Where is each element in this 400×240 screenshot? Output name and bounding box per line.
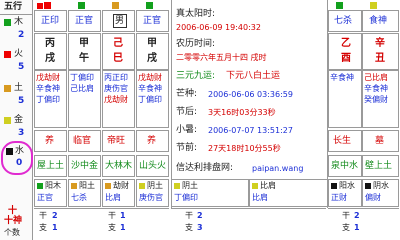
right1-zhi: 酉 — [328, 52, 362, 70]
row-label-shishen: 十神 — [4, 216, 23, 226]
pillar2-canggan: 丁偏印 己比肩 — [68, 70, 101, 128]
right2-canggan: 己比肩 辛食神 癸偏财 — [362, 70, 399, 128]
element-metal: 金 — [14, 115, 24, 125]
jieqian-value: 27天18时10分55秒 — [208, 144, 281, 153]
right2-nayin: 壁上土 — [362, 155, 399, 177]
center-yinyang-2: 比肩 比肩 — [249, 179, 328, 207]
pillar4-changsheng: 养 — [136, 130, 169, 152]
pillar3-zhi: 巳 — [102, 52, 135, 70]
jieqian-label: 节前: — [176, 143, 198, 153]
element-water: 水 — [15, 146, 25, 156]
nongli-label: 农历时间: — [176, 39, 216, 49]
element-fire-count: 5 — [18, 62, 25, 72]
pillar1-fire-swatch-icon — [44, 2, 51, 9]
nongli-value: 二零零六年五月十四 戌时 — [176, 53, 267, 62]
right2-changsheng: 墓 — [362, 130, 399, 152]
pillar1-canggan: 戊劫财 辛食神 丁偏印 — [34, 70, 67, 128]
pillar4-canggan: 戊劫财 辛食神 丁偏印 — [136, 70, 169, 128]
pillar4-shishen: 正官 — [136, 10, 169, 32]
bazi-chart-panel: { "wuxing": { "header": "五行", "elements"… — [0, 0, 400, 240]
mangzhong-label: 芒种: — [176, 89, 198, 99]
right1-wood-swatch-icon — [336, 2, 343, 9]
metal-swatch-icon — [4, 117, 11, 124]
pillar3-canggan: 丙正印 庚伤官 戊劫财 — [102, 70, 135, 128]
pillar3-earth-swatch-icon — [112, 2, 119, 9]
pillar2-shishen: 正官 — [68, 10, 101, 32]
right1-changsheng: 长生 — [328, 130, 362, 152]
element-wood: 木 — [14, 17, 24, 27]
xiaoshu-value: 2006-07-07 13:51:27 — [208, 126, 293, 135]
right2-metal-swatch-icon — [370, 2, 377, 9]
right2-shishen: 食神 — [362, 10, 399, 32]
mangzhong-value: 2006-06-06 03:36:59 — [208, 90, 293, 99]
center-counts: 干 2 支 3 — [171, 208, 326, 240]
pillar2-changsheng: 临官 — [68, 130, 101, 152]
pillar4-wood-swatch-icon — [146, 2, 153, 9]
water-swatch-icon — [6, 148, 13, 155]
fire-swatch-icon — [4, 51, 11, 58]
pillar3-nayin: 大林木 — [102, 155, 135, 177]
sanyuan-label: 三元九运: — [176, 71, 216, 81]
paipan-label: 信达利排盘网: — [176, 163, 234, 173]
wood-swatch-icon — [4, 19, 11, 26]
element-fire: 火 — [14, 49, 24, 59]
pillar1-changsheng: 养 — [34, 130, 67, 152]
sanyuan-value: 下元八白土运 — [226, 71, 281, 81]
pillar1-zhi: 戌 — [34, 52, 67, 70]
pillar4-nayin: 山头火 — [136, 155, 169, 177]
pillar2-yinyang: 阳土 七杀 — [68, 179, 101, 207]
pillar4-yinyang: 阴土 庚伤官 — [136, 179, 169, 207]
counts-area: 干 2 支 1 干 1 支 1 — [34, 208, 169, 240]
pillar3-shishen: 男 — [102, 10, 135, 32]
zhenshi-label: 真太阳时: — [176, 9, 216, 19]
paipan-link[interactable]: paipan.wang — [252, 165, 303, 173]
right1-shishen: 七杀 — [328, 10, 362, 32]
info-panel: 真太阳时: 2006-06-09 19:40:32 农历时间: 二零零六年五月十… — [171, 0, 328, 208]
jieqi-value: 3天16时03分33秒 — [208, 108, 276, 117]
pillar4-zhi: 戌 — [136, 52, 169, 70]
right2-zhi: 丑 — [362, 52, 399, 70]
pillar1-nayin: 屋上土 — [34, 155, 67, 177]
wuxing-column: 五行 木 2 火 5 土 5 金 3 水 0 十 十神 个数 — [0, 0, 33, 240]
xiaoshu-label: 小暑: — [176, 125, 198, 135]
element-metal-count: 3 — [18, 128, 25, 138]
pillar2-zhi: 午 — [68, 52, 101, 70]
right2-yinyang: 阴水 偏财 — [362, 179, 399, 207]
center-yinyang: 阴土 丁偏印 — [171, 179, 249, 207]
earth-swatch-icon — [4, 85, 11, 92]
element-water-count: 0 — [16, 158, 23, 168]
row-label-shi: 十 — [8, 206, 18, 216]
pillar2-wood-swatch-icon — [78, 2, 85, 9]
pillar2-nayin: 沙中金 — [68, 155, 101, 177]
element-earth-count: 5 — [18, 96, 25, 106]
pillar3-yinyang: 劫财 比肩 — [102, 179, 135, 207]
element-earth: 土 — [14, 83, 24, 93]
wuxing-header: 五行 — [4, 2, 23, 12]
right1-canggan: 辛食神 — [328, 70, 362, 128]
pillar1-shishen: 正印 — [34, 3, 67, 32]
row-label-count: 个数 — [4, 228, 20, 237]
pillar3-changsheng: 帝旺 — [102, 130, 135, 152]
pillar1-yinyang: 阳木 正官 — [34, 179, 67, 207]
right-counts: 干 2 支 1 — [328, 208, 399, 240]
zhenshi-value: 2006-06-09 19:40:32 — [176, 23, 261, 32]
right1-nayin: 泉中水 — [328, 155, 362, 177]
jieqi-label: 节后: — [176, 107, 198, 117]
right1-yinyang: 阳水 正财 — [328, 179, 362, 207]
element-wood-count: 2 — [18, 30, 25, 40]
